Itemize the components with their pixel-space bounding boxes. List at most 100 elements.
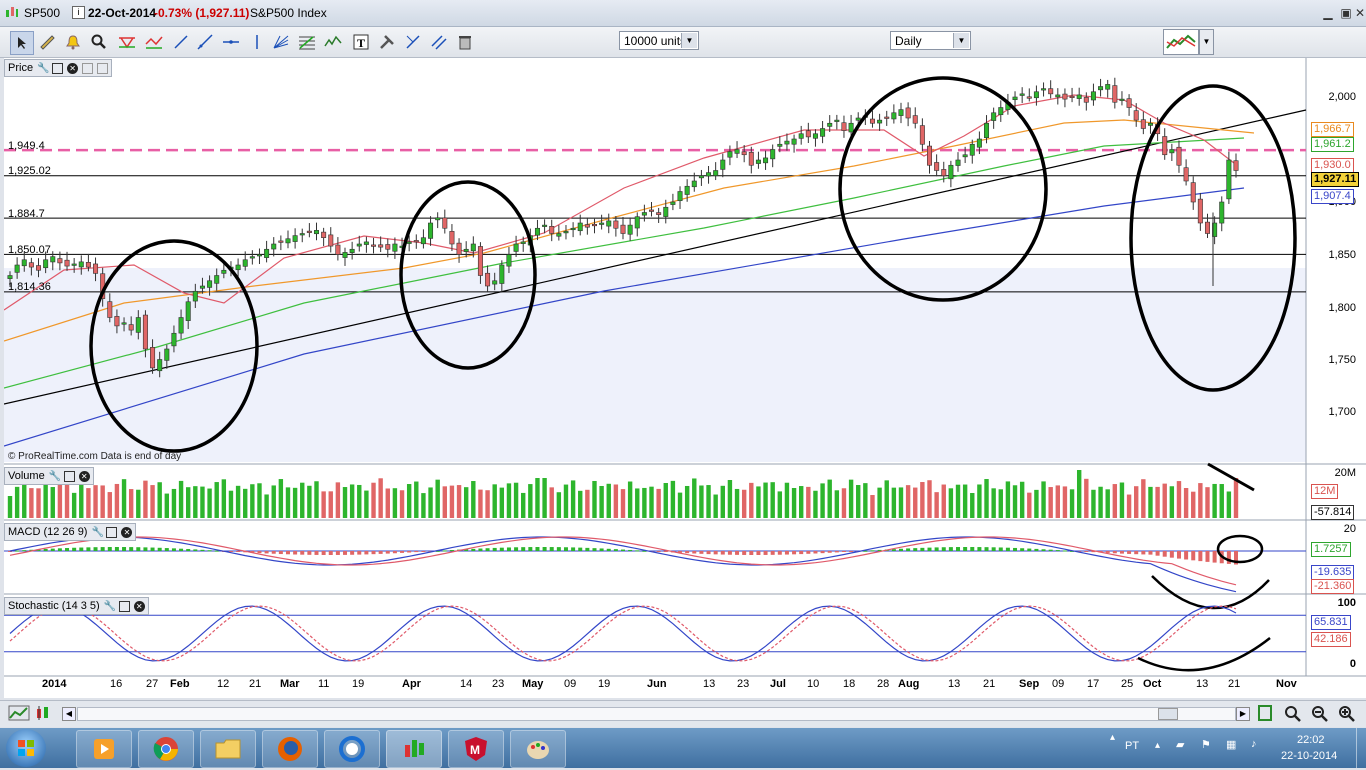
line-icon[interactable] [170,31,192,53]
trendline-icon[interactable] [116,31,138,53]
candle [884,116,890,119]
cross-line-icon[interactable] [402,31,424,53]
tray-arrow-icon[interactable]: ▴ [1155,740,1160,751]
candle [7,275,13,279]
window-icon[interactable] [106,526,118,538]
parallel-line-icon[interactable] [428,31,450,53]
wrench-icon[interactable]: 🔧 [104,601,116,612]
close-icon[interactable]: ✕ [1354,4,1366,22]
volume-bar [485,490,490,518]
candle [456,242,462,255]
macd-pane-header: MACD (12 26 9) 🔧 ✕ [4,523,137,541]
drawing-toolbar: T 10000 units ▼ Daily ▼ ▼ [0,27,1366,58]
close-icon[interactable]: ✕ [67,62,79,74]
zoom-in-icon[interactable] [1337,704,1357,725]
close-icon[interactable]: ✕ [78,470,90,482]
delete-icon[interactable] [454,31,476,53]
x-tick-label: 23 [737,678,750,690]
chevron-down-icon[interactable]: ▼ [1199,29,1214,55]
vline-icon[interactable] [246,31,268,53]
tray-expand-icon[interactable]: ▴ [1110,732,1115,743]
scroll-thumb[interactable] [1158,708,1178,720]
candle [442,217,448,229]
action-center-icon[interactable]: ⚑ [1201,738,1211,751]
candle [1126,98,1132,108]
taskbar-firefox-icon[interactable] [262,730,318,768]
expand-icon[interactable] [82,62,94,74]
zoom-out-icon[interactable] [1310,704,1330,725]
taskbar-mcafee-icon[interactable]: M [448,730,504,768]
chart-area[interactable] [4,58,1366,698]
window-icon[interactable] [52,62,64,74]
volume-bar [228,490,234,518]
wrench-icon[interactable]: 🔧 [49,471,61,482]
wrench-icon[interactable]: 🔧 [91,527,103,538]
tray-app-icon[interactable]: ▰ [1176,738,1184,751]
x-tick-label: Jul [770,678,786,690]
candle [684,185,690,195]
candle [299,233,305,236]
clock-time[interactable]: 22:02 [1297,734,1325,746]
tools-icon[interactable] [376,31,398,53]
minimize-icon[interactable]: ▁ [1318,4,1338,22]
close-icon[interactable]: ✕ [121,526,133,538]
period-select[interactable]: Daily ▼ [890,31,971,50]
info-icon[interactable]: i [72,6,85,19]
ray-icon[interactable] [194,31,216,53]
alarm-bell-icon[interactable] [62,31,84,53]
wave-icon[interactable] [322,31,344,53]
taskbar-sync-icon[interactable] [324,730,380,768]
channel-icon[interactable] [143,31,165,53]
candle [335,244,341,255]
fibonacci-icon[interactable] [296,31,318,53]
taskbar-folder-icon[interactable] [200,730,256,768]
candle [820,128,826,137]
annotation-stroke [1151,575,1270,610]
fan-icon[interactable] [270,31,292,53]
collapse-icon[interactable] [97,62,109,74]
maximize-icon[interactable]: ▣ [1336,4,1356,22]
start-button[interactable] [6,729,46,767]
volume-bar [399,490,405,518]
macd-histogram-bar [421,551,426,552]
volume-bar [756,486,761,518]
show-desktop-button[interactable] [1356,728,1366,768]
window-icon[interactable] [63,470,75,482]
macd-histogram-bar [1176,551,1181,559]
taskbar-paint-icon[interactable] [510,730,566,768]
indicator-icon[interactable] [1163,29,1199,55]
ruler-icon[interactable] [36,31,58,53]
wrench-icon[interactable]: 🔧 [37,63,49,74]
clock-date[interactable]: 22-10-2014 [1281,750,1337,762]
macd-histogram-bar [285,551,290,555]
chart-canvas[interactable] [4,58,1366,698]
pointer-icon[interactable] [10,31,34,55]
macd-histogram-bar [521,547,526,551]
volume-icon[interactable]: ♪ [1251,738,1257,750]
zoom-fit-icon[interactable] [1283,704,1303,725]
hline-icon[interactable] [220,31,242,53]
macd-histogram-bar [749,551,754,555]
horizontal-scrollbar[interactable] [77,707,1236,721]
x-tick-label: 21 [983,678,996,690]
network-icon[interactable]: ▦ [1226,738,1236,751]
scroll-right-icon[interactable]: ▶ [1236,707,1250,721]
taskbar-chrome-icon[interactable] [138,730,194,768]
window-icon[interactable] [118,600,130,612]
chart-settings-icon[interactable] [8,705,30,724]
taskbar-prorealtime-icon[interactable] [386,730,442,768]
candle [1076,94,1082,99]
language-indicator[interactable]: PT [1125,740,1139,752]
candle [891,112,897,120]
volume-bar [371,482,376,518]
zoom-icon[interactable] [88,31,110,53]
level-label: 1,884.7 [8,208,45,220]
candle-style-icon[interactable] [34,705,56,724]
scroll-left-icon[interactable]: ◀ [62,707,76,721]
lock-zoom-icon[interactable] [1256,704,1276,725]
text-icon[interactable]: T [350,31,372,53]
close-icon[interactable]: ✕ [133,600,145,612]
units-select[interactable]: 10000 units ▼ [619,31,699,50]
candle [834,119,840,122]
taskbar-video-icon[interactable] [76,730,132,768]
